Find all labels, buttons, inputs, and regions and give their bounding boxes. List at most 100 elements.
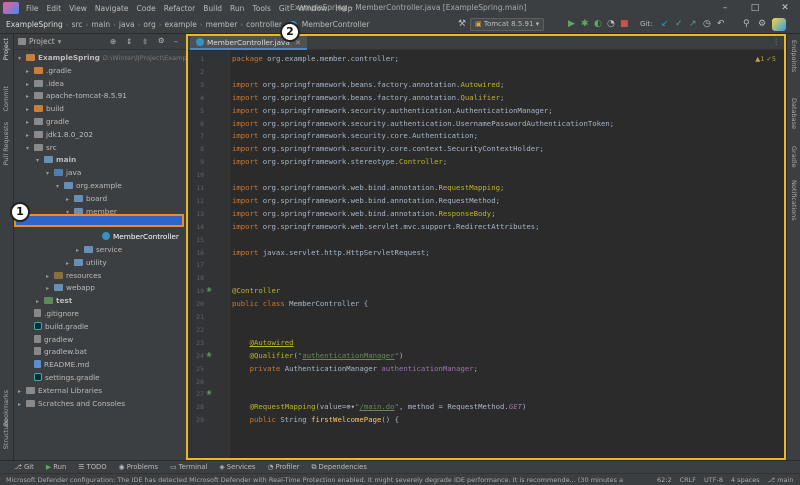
- tree-item-package-board[interactable]: ▸ board: [66, 193, 107, 206]
- git-update-icon[interactable]: ↙: [658, 19, 672, 29]
- services-tool-button[interactable]: ◈ Services: [219, 463, 255, 471]
- code-line[interactable]: import org.springframework.web.bind.anno…: [232, 196, 500, 205]
- maximize-icon[interactable]: □: [740, 0, 770, 16]
- structure-tool-tab[interactable]: Structure: [2, 419, 10, 449]
- breadcrumb-project[interactable]: ExampleSpring: [0, 20, 65, 29]
- chevron-down-icon[interactable]: ▾: [18, 53, 26, 66]
- problems-tool-button[interactable]: ◉ Problems: [119, 463, 158, 471]
- code-line[interactable]: @Qualifier("authenticationManager"): [232, 351, 404, 360]
- code-line[interactable]: public String firstWelcomePage() {: [232, 415, 399, 424]
- profiler-tool-button[interactable]: ◔ Profiler: [267, 463, 299, 471]
- inspection-widget[interactable]: ▲1 ✓5: [755, 55, 776, 63]
- breadcrumb-src[interactable]: src: [70, 20, 85, 29]
- code-line[interactable]: @Controller: [232, 286, 280, 295]
- run-tool-button[interactable]: ▶ Run: [46, 463, 66, 471]
- rollback-icon[interactable]: ↶: [714, 19, 728, 29]
- stop-icon[interactable]: ■: [617, 19, 632, 29]
- git-push-icon[interactable]: ↗: [686, 19, 700, 29]
- hammer-icon[interactable]: ⚒: [455, 19, 469, 29]
- pull-requests-tool-tab[interactable]: Pull Requests: [2, 122, 10, 165]
- tree-item-folder-test[interactable]: ▸ test: [36, 295, 72, 308]
- code-line[interactable]: import javax.servlet.http.HttpServletReq…: [232, 248, 430, 257]
- menu-refactor[interactable]: Refactor: [160, 4, 199, 13]
- bean-icon[interactable]: ❀: [206, 351, 212, 359]
- gear-icon[interactable]: ⚙: [158, 36, 165, 45]
- chevron-down-icon[interactable]: ▾: [26, 143, 34, 156]
- more-tabs-icon[interactable]: ⋮: [773, 37, 781, 46]
- debug-icon[interactable]: ✱: [578, 19, 592, 29]
- menu-edit[interactable]: Edit: [43, 4, 66, 13]
- coverage-icon[interactable]: ◐: [591, 19, 605, 29]
- code-line[interactable]: public class MemberController {: [232, 299, 368, 308]
- tree-item-folder-gradle[interactable]: ▸ .gradle: [26, 65, 72, 78]
- project-panel-title[interactable]: Project: [29, 37, 55, 46]
- menu-file[interactable]: File: [22, 4, 43, 13]
- menu-build[interactable]: Build: [199, 4, 226, 13]
- tree-item-folder-tomcat[interactable]: ▸ apache-tomcat-8.5.91: [26, 90, 127, 103]
- file-encoding[interactable]: UTF-8: [704, 476, 723, 484]
- breadcrumb-example[interactable]: example: [163, 20, 199, 29]
- code-line[interactable]: import org.springframework.beans.factory…: [232, 80, 504, 89]
- code-line[interactable]: import org.springframework.stereotype.Co…: [232, 157, 447, 166]
- tree-item-scratches-and-consoles[interactable]: ▸ Scratches and Consoles: [18, 398, 125, 411]
- run-config-select[interactable]: ▣ Tomcat 8.5.91 ▾: [470, 18, 545, 31]
- code-line[interactable]: import org.springframework.security.core…: [232, 131, 478, 140]
- tree-item-project-root[interactable]: ▾ ExampleSpring D:\Winter\IJProject\Exampl…: [18, 52, 201, 65]
- breadcrumb-java[interactable]: java: [117, 20, 137, 29]
- menu-navigate[interactable]: Navigate: [91, 4, 133, 13]
- code-line[interactable]: import org.springframework.web.bind.anno…: [232, 209, 496, 218]
- chevron-down-icon[interactable]: ▾: [46, 168, 54, 181]
- tree-item-folder-idea[interactable]: ▸ .idea: [26, 78, 64, 91]
- tree-item-folder-build[interactable]: ▸ build: [26, 103, 64, 116]
- endpoint-icon[interactable]: ❀: [206, 389, 212, 397]
- gradle-tool-tab[interactable]: Gradle: [790, 146, 798, 168]
- tree-item-folder-main[interactable]: ▾ main: [36, 154, 76, 167]
- collapse-all-icon[interactable]: ⇳: [142, 37, 148, 46]
- terminal-tool-button[interactable]: ▭ Terminal: [170, 463, 207, 471]
- tree-item-package-utility[interactable]: ▸ utility: [66, 257, 107, 270]
- breadcrumb-controller[interactable]: controller: [244, 20, 284, 29]
- status-message[interactable]: Microsoft Defender configuration: The ID…: [6, 476, 651, 484]
- git-branch[interactable]: ⎇ main: [768, 476, 794, 484]
- code-line[interactable]: import org.springframework.beans.factory…: [232, 93, 504, 102]
- settings-icon[interactable]: ⚙: [755, 19, 769, 29]
- menu-view[interactable]: View: [65, 4, 91, 13]
- tree-item-file-build-gradle[interactable]: build.gradle: [26, 321, 89, 334]
- bean-icon[interactable]: ❀: [206, 286, 212, 294]
- chevron-down-icon[interactable]: ▾: [36, 155, 44, 168]
- code-line[interactable]: import org.springframework.security.auth…: [232, 106, 553, 115]
- tree-item-folder-src[interactable]: ▾ src: [26, 142, 57, 155]
- tree-item-file-gradlew[interactable]: gradlew: [26, 334, 73, 347]
- menu-run[interactable]: Run: [226, 4, 248, 13]
- line-separator[interactable]: CRLF: [680, 476, 696, 484]
- minimize-icon[interactable]: –: [710, 0, 740, 16]
- profile-icon[interactable]: ◔: [604, 19, 618, 29]
- code-line[interactable]: import org.springframework.web.bind.anno…: [232, 183, 504, 192]
- run-icon[interactable]: ▶: [565, 19, 578, 29]
- tree-item-folder-resources[interactable]: ▸ resources: [46, 270, 101, 283]
- breadcrumb-org[interactable]: org: [141, 20, 157, 29]
- tree-item-file-gitignore[interactable]: .gitignore: [26, 308, 79, 321]
- chevron-down-icon[interactable]: ▾: [58, 37, 62, 46]
- close-icon[interactable]: ✕: [770, 0, 800, 16]
- tree-item-package-org-example[interactable]: ▾ org.example: [56, 180, 122, 193]
- endpoints-tool-tab[interactable]: Endpoints: [790, 40, 798, 72]
- hide-icon[interactable]: –: [174, 37, 178, 46]
- breadcrumb-member[interactable]: member: [204, 20, 240, 29]
- history-icon[interactable]: ◷: [700, 19, 714, 29]
- chevron-down-icon[interactable]: ▾: [56, 181, 64, 194]
- code-line[interactable]: import org.springframework.security.auth…: [232, 119, 614, 128]
- dependencies-tool-button[interactable]: ⧉ Dependencies: [312, 463, 367, 472]
- search-icon[interactable]: ⚲: [740, 19, 753, 29]
- indent-setting[interactable]: 4 spaces: [731, 476, 760, 484]
- tree-item-file-settings-gradle[interactable]: settings.gradle: [26, 372, 100, 385]
- code-line[interactable]: @RequestMapping(value=⊕▾"/main.do", meth…: [232, 402, 527, 411]
- code-line[interactable]: package org.example.member.controller;: [232, 54, 399, 63]
- tree-item-folder-webapp[interactable]: ▸ webapp: [46, 282, 95, 295]
- code-line[interactable]: @Autowired: [232, 338, 294, 347]
- breadcrumb-membercontroller[interactable]: MemberController: [300, 20, 372, 29]
- tree-item-package-service[interactable]: ▸ service: [76, 244, 122, 257]
- git-commit-icon[interactable]: ✓: [672, 19, 686, 29]
- locate-icon[interactable]: ⊕: [110, 37, 116, 46]
- expand-all-icon[interactable]: ⇕: [126, 37, 132, 46]
